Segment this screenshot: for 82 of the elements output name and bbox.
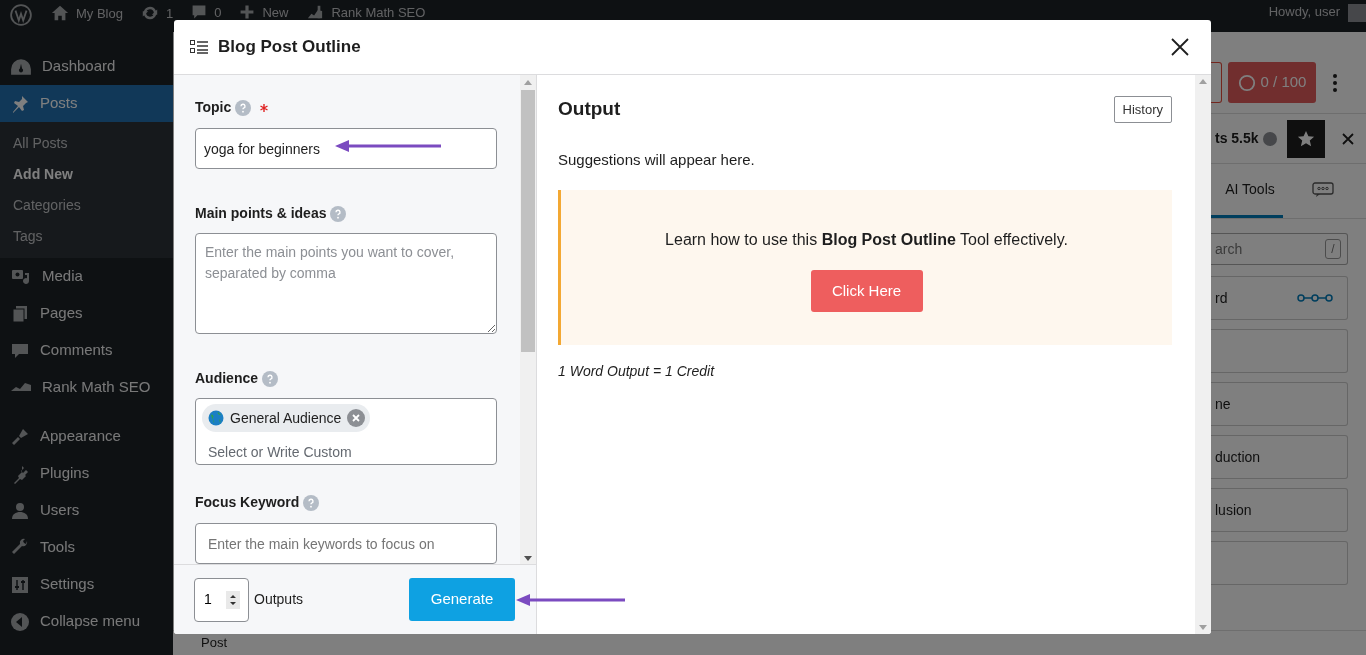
remove-tag-icon[interactable] — [347, 409, 366, 427]
plus-icon[interactable] — [239, 4, 256, 20]
list-icon — [190, 40, 208, 54]
breadcrumb-text[interactable]: Post — [201, 633, 227, 653]
kebab-menu-icon[interactable] — [1332, 72, 1338, 93]
text-input[interactable]: Enter the main keywords to focus on — [195, 523, 497, 564]
number-input[interactable]: 1 — [194, 577, 249, 622]
text-input[interactable]: yoga for beginners — [195, 128, 497, 169]
modal-title: Blog Post Outline — [218, 36, 361, 59]
sidebar-item[interactable]: Users — [0, 492, 173, 529]
admin-bar-link[interactable]: 0 — [214, 4, 222, 20]
tool-item[interactable] — [1211, 329, 1348, 373]
tool-item[interactable]: ne — [1211, 382, 1348, 426]
scrollbar-thumb[interactable] — [521, 90, 535, 352]
click-here-button[interactable]: Click Here — [810, 270, 923, 312]
brush-icon — [10, 426, 30, 447]
outputs-label: Outputs — [254, 590, 304, 609]
admin-bar-link[interactable]: New — [262, 4, 289, 20]
scroll-up-icon[interactable] — [1199, 79, 1207, 84]
sidebar-item[interactable]: Pages — [0, 295, 173, 332]
globe-icon — [208, 410, 224, 426]
avatar — [1348, 4, 1366, 22]
refresh-icon[interactable] — [140, 4, 159, 22]
pages-icon — [10, 303, 30, 324]
field-label: Audience — [195, 369, 258, 388]
admin-bar-link[interactable]: 1 — [165, 5, 174, 21]
tool-item[interactable]: duction — [1211, 435, 1348, 479]
submenu-item[interactable]: All Posts — [0, 128, 173, 159]
sidebar-item[interactable]: Posts — [0, 85, 173, 122]
connected-dots-icon — [1297, 293, 1333, 303]
output-heading: Output — [558, 97, 621, 121]
scroll-up-icon[interactable] — [524, 80, 532, 85]
textarea-field[interactable]: Enter the main points you want to cover, separated by comma — [195, 233, 497, 334]
spinner-arrows-icon[interactable] — [226, 590, 240, 609]
credit-note: 1 Word Output = 1 Credit — [558, 362, 716, 381]
sidebar-item[interactable]: Tools — [0, 529, 173, 566]
submenu-item[interactable]: Add New — [0, 159, 173, 190]
sidebar-item[interactable]: Dashboard — [0, 48, 173, 85]
credits-button[interactable]: 0 / 100 — [1228, 62, 1316, 103]
speech-bubble-icon[interactable] — [191, 4, 208, 20]
wordpress-logo-icon[interactable] — [10, 4, 32, 26]
field-label: Focus Keyword — [195, 493, 300, 512]
greeting-text[interactable]: Howdy, user — [1268, 4, 1340, 19]
tool-item[interactable] — [1211, 541, 1348, 585]
sidebar-item[interactable]: Comments — [0, 332, 173, 369]
submenu-item[interactable]: Categories — [0, 190, 173, 221]
sidebar-item[interactable]: Settings — [0, 566, 173, 603]
generate-button[interactable]: Generate — [409, 578, 515, 621]
sidebar-item[interactable]: Rank Math SEO — [0, 369, 173, 406]
bar-chart-icon[interactable] — [306, 4, 325, 20]
admin-bar-link[interactable]: My Blog — [76, 5, 123, 21]
scrollbar[interactable] — [1195, 75, 1211, 634]
star-icon — [1296, 129, 1315, 148]
submenu-item[interactable]: Tags — [0, 221, 173, 252]
admin-bar-link[interactable]: Rank Math SEO — [331, 4, 426, 20]
tool-item[interactable]: rd — [1211, 276, 1348, 320]
scroll-down-icon[interactable] — [524, 556, 532, 561]
history-button[interactable]: History — [1113, 95, 1172, 123]
star-button[interactable] — [1286, 119, 1325, 158]
pushpin-icon — [10, 93, 30, 114]
sliders-icon — [10, 574, 30, 595]
chart-icon — [10, 381, 32, 394]
score-text: ts 5.5k — [1215, 129, 1259, 148]
gauge-icon — [10, 56, 32, 77]
tool-item[interactable]: lusion — [1211, 488, 1348, 532]
close-icon[interactable] — [1171, 38, 1189, 56]
scrollbar[interactable] — [520, 75, 536, 564]
search-field[interactable]: arch / — [1211, 233, 1348, 265]
tip-text: Learn how to use this Blog Post Outline Tool effectively. — [665, 230, 1068, 250]
suggestion-text: Suggestions will appear here. — [558, 149, 756, 170]
sidebar-item[interactable]: Media — [0, 258, 173, 295]
person-icon — [10, 500, 30, 521]
home-icon[interactable] — [51, 4, 69, 22]
sidebar-item[interactable]: Appearance — [0, 418, 173, 455]
field-label: Main points & ideas — [195, 204, 327, 223]
audience-tag[interactable]: General Audience — [202, 404, 371, 432]
chat-icon — [1312, 181, 1334, 198]
tag-select-field[interactable]: General Audience Select or Write Custom — [195, 398, 497, 465]
sidebar-item[interactable]: Collapse menu — [0, 603, 173, 640]
shortcut-key: / — [1325, 239, 1341, 259]
field-label: Topic — [195, 98, 232, 117]
sidebar-item[interactable]: Plugins — [0, 455, 173, 492]
